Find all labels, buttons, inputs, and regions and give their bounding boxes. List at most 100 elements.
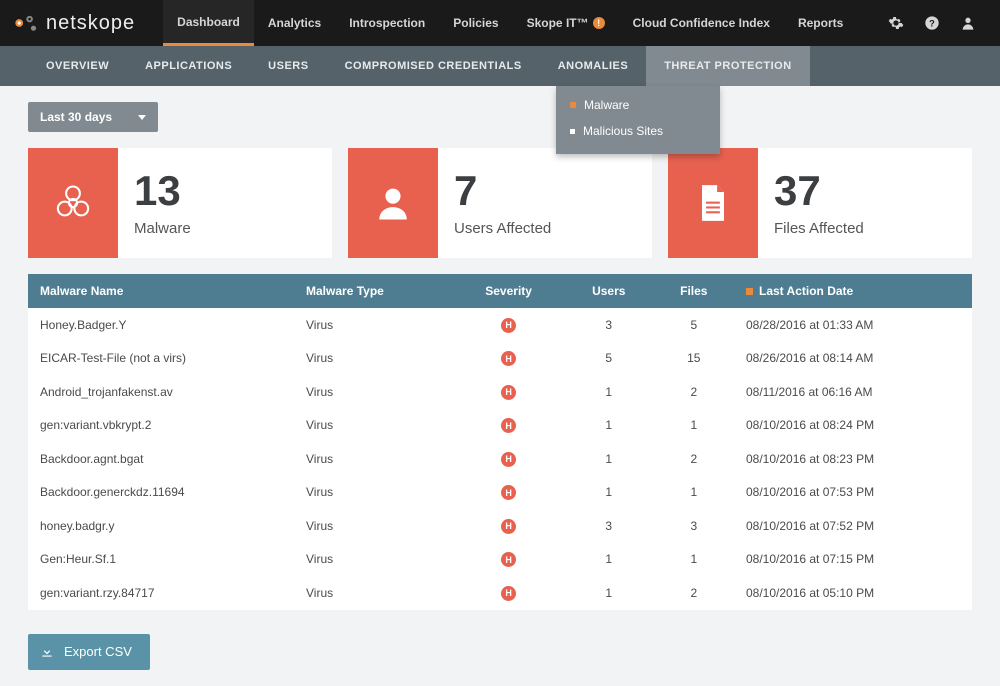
severity-badge-icon: H: [501, 418, 516, 433]
table-row[interactable]: Honey.Badger.YVirusH3508/28/2016 at 01:3…: [28, 308, 972, 342]
cell-severity: H: [453, 375, 564, 409]
cell-files: 1: [654, 543, 734, 577]
cell-name: gen:variant.vbkrypt.2: [28, 409, 294, 443]
col-malware-type[interactable]: Malware Type: [294, 274, 453, 308]
table-row[interactable]: Backdoor.agnt.bgatVirusH1208/10/2016 at …: [28, 442, 972, 476]
cell-date: 08/26/2016 at 08:14 AM: [734, 342, 972, 376]
topnav-item-policies[interactable]: Policies: [439, 0, 512, 46]
summary-cards: 13 Malware 7Users Affected37Files Affected: [0, 132, 1000, 274]
severity-badge-icon: H: [501, 586, 516, 601]
card-files-affected[interactable]: 37Files Affected: [668, 148, 972, 258]
table-row[interactable]: EICAR-Test-File (not a virs)VirusH51508/…: [28, 342, 972, 376]
cell-files: 15: [654, 342, 734, 376]
col-last-action-date[interactable]: Last Action Date: [734, 274, 972, 308]
severity-badge-icon: H: [501, 318, 516, 333]
submenu-item-malware[interactable]: Malware: [556, 92, 720, 118]
toolbar: Last 30 days: [0, 86, 1000, 132]
topbar-actions: ?: [888, 0, 986, 46]
table-row[interactable]: gen:variant.vbkrypt.2VirusH1108/10/2016 …: [28, 409, 972, 443]
biohazard-icon: [28, 148, 118, 258]
help-icon[interactable]: ?: [924, 15, 940, 31]
subtab-threat-protection[interactable]: THREAT PROTECTION: [646, 46, 809, 86]
daterange-dropdown[interactable]: Last 30 days: [28, 102, 158, 132]
cell-name: Honey.Badger.Y: [28, 308, 294, 342]
col-malware-name[interactable]: Malware Name: [28, 274, 294, 308]
col-severity[interactable]: Severity: [453, 274, 564, 308]
severity-badge-icon: H: [501, 351, 516, 366]
sort-indicator-icon: [746, 288, 753, 295]
card-value: 13: [134, 170, 191, 212]
card-users-affected[interactable]: 7Users Affected: [348, 148, 652, 258]
cell-type: Virus: [294, 375, 453, 409]
severity-badge-icon: H: [501, 385, 516, 400]
cell-name: honey.badgr.y: [28, 509, 294, 543]
cell-severity: H: [453, 308, 564, 342]
bullet-icon: [570, 129, 575, 134]
subtab-overview[interactable]: OVERVIEW: [28, 46, 127, 86]
cell-users: 1: [564, 476, 654, 510]
col-users[interactable]: Users: [564, 274, 654, 308]
bullet-icon: [570, 102, 576, 108]
subnav: OVERVIEWAPPLICATIONSUSERSCOMPROMISED CRE…: [0, 46, 1000, 86]
card-malware[interactable]: 13 Malware: [28, 148, 332, 258]
severity-badge-icon: H: [501, 519, 516, 534]
chevron-down-icon: [138, 115, 146, 120]
cell-date: 08/10/2016 at 08:24 PM: [734, 409, 972, 443]
topnav-item-analytics[interactable]: Analytics: [254, 0, 335, 46]
cell-date: 08/10/2016 at 05:10 PM: [734, 576, 972, 610]
download-icon: [40, 645, 54, 659]
subtab-applications[interactable]: APPLICATIONS: [127, 46, 250, 86]
cell-type: Virus: [294, 476, 453, 510]
table-header-row: Malware NameMalware TypeSeverityUsersFil…: [28, 274, 972, 308]
cell-severity: H: [453, 509, 564, 543]
table-row[interactable]: Gen:Heur.Sf.1VirusH1108/10/2016 at 07:15…: [28, 543, 972, 577]
gear-icon[interactable]: [888, 15, 904, 31]
table-row[interactable]: honey.badgr.yVirusH3308/10/2016 at 07:52…: [28, 509, 972, 543]
topnav-item-reports[interactable]: Reports: [784, 0, 857, 46]
table-row[interactable]: gen:variant.rzy.84717VirusH1208/10/2016 …: [28, 576, 972, 610]
cell-type: Virus: [294, 543, 453, 577]
topnav-item-dashboard[interactable]: Dashboard: [163, 0, 254, 46]
cell-date: 08/28/2016 at 01:33 AM: [734, 308, 972, 342]
file-icon: [668, 148, 758, 258]
col-files[interactable]: Files: [654, 274, 734, 308]
subtab-anomalies[interactable]: ANOMALIES: [540, 46, 647, 86]
severity-badge-icon: H: [501, 552, 516, 567]
cell-users: 1: [564, 409, 654, 443]
daterange-label: Last 30 days: [40, 110, 112, 124]
table-row[interactable]: Backdoor.generckdz.11694VirusH1108/10/20…: [28, 476, 972, 510]
topnav: DashboardAnalyticsIntrospectionPoliciesS…: [163, 0, 857, 46]
cell-severity: H: [453, 409, 564, 443]
cell-severity: H: [453, 543, 564, 577]
cell-users: 1: [564, 576, 654, 610]
topnav-item-skope-it-[interactable]: Skope IT™!: [513, 0, 619, 46]
export-csv-button[interactable]: Export CSV: [28, 634, 150, 670]
cell-type: Virus: [294, 576, 453, 610]
brand-logo[interactable]: netskope: [14, 0, 163, 46]
cell-files: 5: [654, 308, 734, 342]
subtab-users[interactable]: USERS: [250, 46, 326, 86]
card-label: Malware: [134, 220, 191, 237]
table-body: Honey.Badger.YVirusH3508/28/2016 at 01:3…: [28, 308, 972, 610]
cell-users: 1: [564, 543, 654, 577]
cell-users: 1: [564, 442, 654, 476]
brand-name: netskope: [46, 12, 135, 35]
topnav-item-introspection[interactable]: Introspection: [335, 0, 439, 46]
cell-name: Backdoor.agnt.bgat: [28, 442, 294, 476]
topnav-item-cloud-confidence-index[interactable]: Cloud Confidence Index: [619, 0, 784, 46]
cell-date: 08/10/2016 at 07:15 PM: [734, 543, 972, 577]
subtab-compromised-credentials[interactable]: COMPROMISED CREDENTIALS: [327, 46, 540, 86]
card-value: 37: [774, 170, 864, 212]
user-icon[interactable]: [960, 15, 976, 31]
cell-files: 2: [654, 576, 734, 610]
cell-users: 1: [564, 375, 654, 409]
malware-table: Malware NameMalware TypeSeverityUsersFil…: [28, 274, 972, 610]
table-footer: Export CSV: [0, 622, 1000, 686]
cell-files: 2: [654, 375, 734, 409]
topbar: netskope DashboardAnalyticsIntrospection…: [0, 0, 1000, 46]
severity-badge-icon: H: [501, 452, 516, 467]
table-row[interactable]: Android_trojanfakenst.avVirusH1208/11/20…: [28, 375, 972, 409]
cell-files: 1: [654, 409, 734, 443]
cell-date: 08/10/2016 at 07:52 PM: [734, 509, 972, 543]
submenu-item-malicious-sites[interactable]: Malicious Sites: [556, 118, 720, 144]
